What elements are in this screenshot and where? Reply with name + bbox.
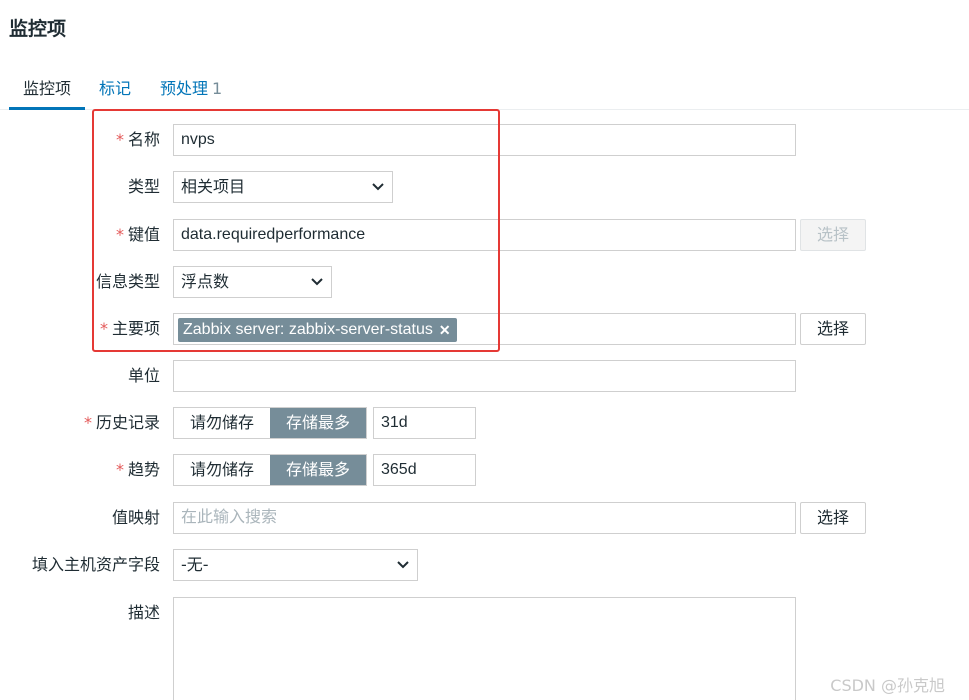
trends-store-up-to-option[interactable]: 存储最多 bbox=[270, 455, 367, 485]
info-type-label: 信息类型 bbox=[95, 272, 160, 291]
units-input[interactable] bbox=[173, 360, 796, 392]
trends-label-text: 趋势 bbox=[127, 460, 160, 479]
required-marker: * bbox=[115, 460, 124, 479]
page-title: 监控项 bbox=[9, 18, 67, 40]
tab-tags-label: 标记 bbox=[99, 79, 132, 98]
trends-do-not-store-option[interactable]: 请勿储存 bbox=[174, 455, 271, 485]
chevron-down-icon bbox=[397, 561, 409, 569]
key-input[interactable]: data.requiredperformance bbox=[173, 219, 796, 251]
description-label: 描述 bbox=[127, 603, 160, 622]
master-item-label-text: 主要项 bbox=[111, 319, 160, 338]
history-mode-toggle: 请勿储存 存储最多 bbox=[173, 407, 368, 439]
chevron-down-icon bbox=[311, 278, 323, 286]
master-item-tag: Zabbix server: zabbix-server-status ✕ bbox=[178, 318, 457, 342]
history-label: * 历史记录 bbox=[84, 412, 160, 434]
trends-mode-toggle: 请勿储存 存储最多 bbox=[173, 454, 368, 486]
inventory-label: 填入主机资产字段 bbox=[31, 555, 160, 574]
history-label-text: 历史记录 bbox=[95, 413, 160, 432]
history-store-up-to-option[interactable]: 存储最多 bbox=[270, 408, 367, 438]
info-type-select-value: 浮点数 bbox=[181, 272, 230, 291]
master-item-multiselect[interactable]: Zabbix server: zabbix-server-status ✕ bbox=[173, 313, 796, 345]
type-label: 类型 bbox=[127, 177, 160, 196]
info-type-select[interactable]: 浮点数 bbox=[173, 266, 332, 298]
required-marker: * bbox=[99, 319, 108, 338]
required-marker: * bbox=[115, 225, 124, 244]
tab-preprocessing[interactable]: 预处理 1 bbox=[160, 78, 222, 110]
tab-bar: 监控项 标记 预处理 1 bbox=[0, 74, 969, 110]
tab-item-label: 监控项 bbox=[23, 79, 72, 98]
key-select-button[interactable]: 选择 bbox=[800, 219, 866, 251]
watermark: CSDN @孙克旭 bbox=[830, 676, 945, 695]
master-item-select-button[interactable]: 选择 bbox=[800, 313, 866, 345]
key-label-text: 键值 bbox=[127, 225, 160, 244]
close-icon[interactable]: ✕ bbox=[439, 318, 451, 342]
master-item-label: * 主要项 bbox=[100, 318, 160, 340]
trends-period-input[interactable]: 365d bbox=[373, 454, 476, 486]
chevron-down-icon bbox=[372, 183, 384, 191]
description-textarea[interactable] bbox=[173, 597, 796, 700]
type-select[interactable]: 相关项目 bbox=[173, 171, 393, 203]
value-map-label: 值映射 bbox=[111, 508, 160, 527]
history-period-input[interactable]: 31d bbox=[373, 407, 476, 439]
value-map-search-input[interactable]: 在此输入搜索 bbox=[173, 502, 796, 534]
tab-tags[interactable]: 标记 bbox=[99, 78, 131, 110]
inventory-select-value: -无- bbox=[181, 555, 209, 574]
required-marker: * bbox=[83, 413, 92, 432]
name-input[interactable]: nvps bbox=[173, 124, 796, 156]
master-item-tag-text: Zabbix server: zabbix-server-status bbox=[183, 321, 433, 338]
value-map-select-button[interactable]: 选择 bbox=[800, 502, 866, 534]
tab-preprocessing-count: 1 bbox=[212, 79, 223, 98]
tab-item[interactable]: 监控项 bbox=[9, 78, 86, 110]
units-label: 单位 bbox=[127, 366, 160, 385]
history-do-not-store-option[interactable]: 请勿储存 bbox=[174, 408, 271, 438]
tab-preprocessing-label: 预处理 bbox=[160, 79, 209, 98]
name-label-text: 名称 bbox=[127, 130, 160, 149]
name-label: * 名称 bbox=[116, 129, 160, 151]
type-select-value: 相关项目 bbox=[181, 177, 246, 196]
key-label: * 键值 bbox=[116, 224, 160, 246]
trends-label: * 趋势 bbox=[116, 459, 160, 481]
required-marker: * bbox=[115, 130, 124, 149]
inventory-select[interactable]: -无- bbox=[173, 549, 418, 581]
